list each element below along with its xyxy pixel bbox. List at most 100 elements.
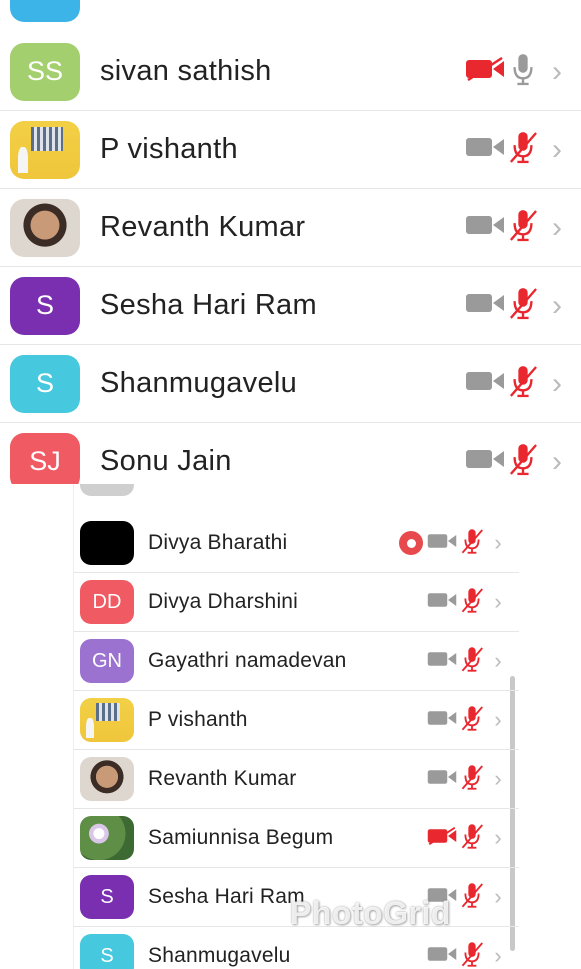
video-icon[interactable] (465, 447, 505, 476)
participant-row[interactable]: Revanth Kumar › (74, 750, 519, 809)
participant-controls: › (427, 586, 519, 619)
mic-muted-icon[interactable] (461, 822, 483, 855)
participant-row[interactable]: Revanth Kumar › (0, 189, 581, 267)
chevron-right-icon[interactable]: › (489, 648, 507, 674)
avatar: S (80, 934, 134, 969)
mic-muted-icon[interactable] (509, 286, 537, 325)
mic-muted-icon[interactable] (509, 130, 537, 169)
participant-controls: › (465, 208, 581, 247)
avatar (80, 757, 134, 801)
participant-controls: › (427, 940, 519, 969)
avatar: S (10, 354, 80, 413)
avatar: S (80, 875, 134, 919)
participant-name: sivan sathish (100, 55, 272, 87)
participant-name: Divya Dharshini (148, 590, 299, 613)
avatar: GN (80, 639, 134, 683)
participants-list-top: SS sivan sathish › P vishanth › Revanth Kumar… (0, 0, 581, 484)
video-icon[interactable] (427, 591, 457, 614)
participant-controls: › (399, 527, 519, 560)
recording-icon (399, 531, 423, 555)
avatar-initials: S (100, 944, 114, 967)
participant-name: Shanmugavelu (148, 944, 291, 967)
participant-row[interactable]: Divya Bharathi › (74, 514, 519, 573)
participant-name: P vishanth (100, 133, 238, 165)
mic-muted-icon[interactable] (461, 940, 483, 969)
video-off-icon[interactable] (427, 826, 457, 850)
participant-name: Sesha Hari Ram (100, 289, 317, 321)
participant-controls: › (465, 286, 581, 325)
video-icon[interactable] (465, 213, 505, 242)
video-off-icon[interactable] (465, 56, 505, 86)
video-icon[interactable] (465, 291, 505, 320)
participant-row[interactable]: S Shanmugavelu › (74, 927, 519, 969)
participant-controls: › (465, 442, 581, 481)
participant-name: Divya Bharathi (148, 531, 288, 554)
avatar (80, 698, 134, 742)
avatar: SJ (10, 432, 80, 484)
video-icon[interactable] (427, 945, 457, 968)
participant-name: Samiunnisa Begum (148, 826, 334, 849)
avatar-initials: S (35, 368, 54, 398)
mic-muted-icon[interactable] (509, 442, 537, 481)
chevron-right-icon[interactable]: › (543, 367, 571, 401)
avatar (10, 198, 80, 257)
chevron-right-icon[interactable]: › (543, 445, 571, 479)
avatar (80, 521, 134, 565)
avatar: DD (80, 580, 134, 624)
participant-row[interactable]: DD Divya Dharshini › (74, 573, 519, 632)
avatar: SS (10, 42, 80, 101)
participant-name: Sonu Jain (100, 445, 232, 477)
video-icon[interactable] (427, 768, 457, 791)
mic-muted-icon[interactable] (461, 704, 483, 737)
mic-muted-icon[interactable] (509, 208, 537, 247)
chevron-right-icon[interactable]: › (489, 589, 507, 615)
video-icon[interactable] (465, 135, 505, 164)
participant-controls: › (427, 822, 519, 855)
participant-row[interactable]: Samiunnisa Begum › (74, 809, 519, 868)
avatar-initials: SS (26, 56, 64, 86)
avatar-initials: SJ (29, 446, 61, 476)
mic-muted-icon[interactable] (461, 586, 483, 619)
participant-row[interactable]: S Sesha Hari Ram › (0, 267, 581, 345)
participant-controls: › (465, 364, 581, 403)
chevron-right-icon[interactable]: › (489, 707, 507, 733)
participant-name: P vishanth (148, 708, 248, 731)
chevron-right-icon[interactable]: › (543, 55, 571, 89)
video-icon[interactable] (427, 709, 457, 732)
participant-row[interactable]: GN Gayathri namadevan › (74, 632, 519, 691)
participant-row[interactable]: P vishanth › (74, 691, 519, 750)
chevron-right-icon[interactable]: › (543, 133, 571, 167)
chevron-right-icon[interactable]: › (489, 884, 507, 910)
avatar (80, 484, 134, 496)
photogrid-watermark: PhotoGrid (290, 895, 451, 931)
mic-muted-icon[interactable] (461, 527, 483, 560)
avatar-initials: S (100, 885, 114, 908)
chevron-right-icon[interactable]: › (489, 766, 507, 792)
participant-controls: › (427, 704, 519, 737)
mic-muted-icon[interactable] (461, 645, 483, 678)
mic-muted-icon[interactable] (461, 881, 483, 914)
participant-row[interactable]: S Shanmugavelu › (0, 345, 581, 423)
participant-name: Gayathri namadevan (148, 649, 347, 672)
participant-name: Revanth Kumar (100, 211, 306, 243)
avatar (10, 0, 80, 22)
chevron-right-icon[interactable]: › (543, 289, 571, 323)
mic-icon[interactable] (509, 52, 537, 91)
participant-row[interactable]: SS sivan sathish › (0, 33, 581, 111)
chevron-right-icon[interactable]: › (489, 825, 507, 851)
video-icon[interactable] (427, 532, 457, 555)
participant-name: Shanmugavelu (100, 367, 298, 399)
mic-muted-icon[interactable] (509, 364, 537, 403)
avatar (10, 120, 80, 179)
avatar-initials: GN (92, 649, 122, 672)
participant-row[interactable]: P vishanth › (0, 111, 581, 189)
chevron-right-icon[interactable]: › (489, 530, 507, 556)
participant-row[interactable]: SJ Sonu Jain › (0, 423, 581, 484)
chevron-right-icon[interactable]: › (543, 211, 571, 245)
participant-controls: › (427, 763, 519, 796)
video-icon[interactable] (427, 650, 457, 673)
avatar (80, 816, 134, 860)
video-icon[interactable] (465, 369, 505, 398)
mic-muted-icon[interactable] (461, 763, 483, 796)
chevron-right-icon[interactable]: › (489, 943, 507, 969)
